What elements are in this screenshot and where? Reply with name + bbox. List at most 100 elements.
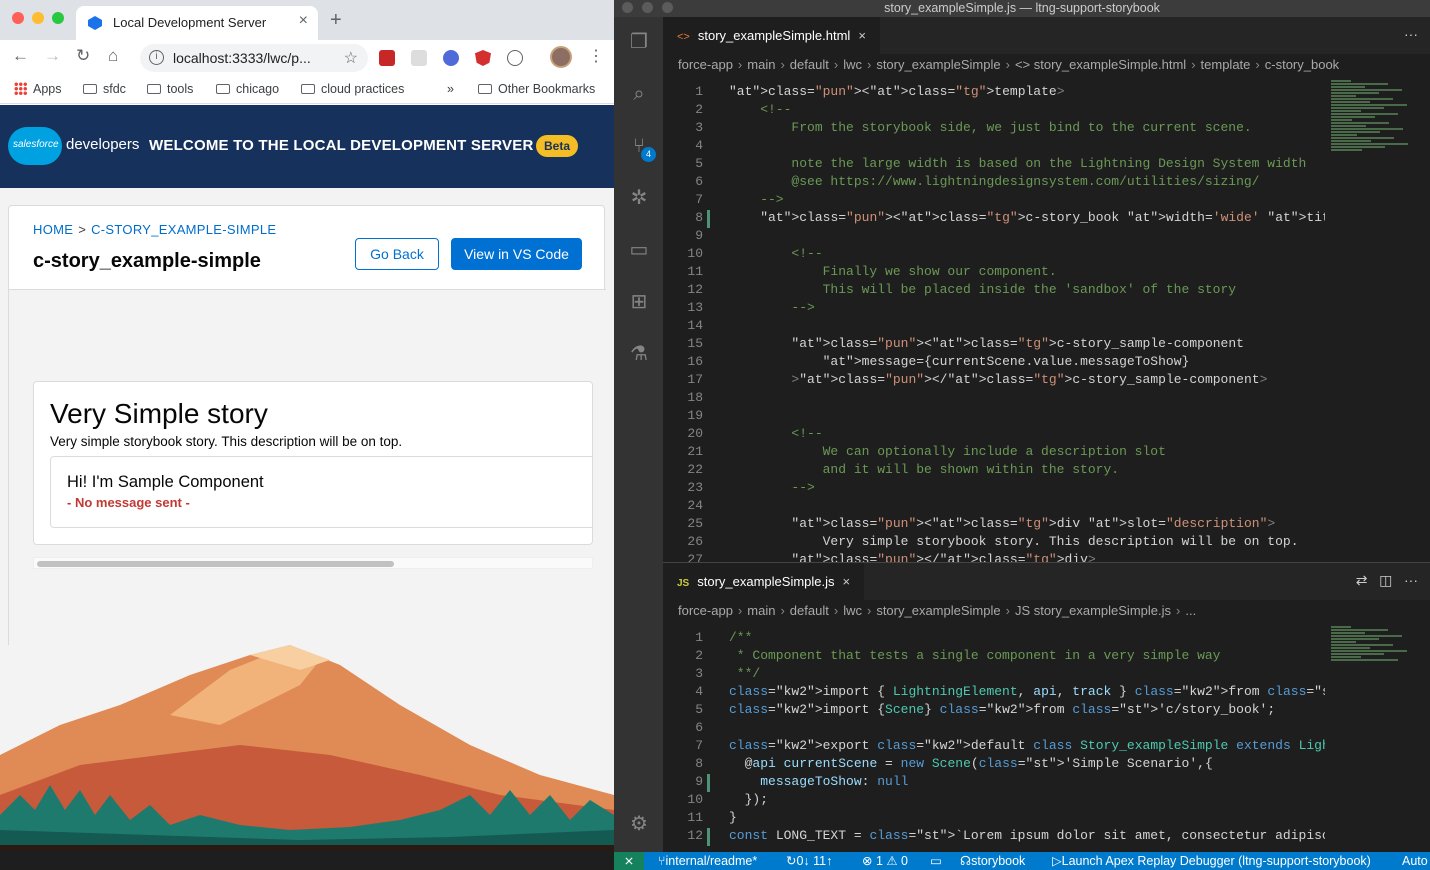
code-line[interactable]: "at">class="pun"><"at">class="tg">templa… bbox=[729, 84, 1065, 99]
code-line[interactable]: <!-- bbox=[729, 426, 822, 441]
bookmark-other[interactable]: Other Bookmarks bbox=[478, 82, 595, 96]
debug-icon[interactable]: ✲ bbox=[626, 185, 652, 211]
panel-toggle-icon[interactable]: ▭ bbox=[930, 852, 942, 870]
tab-story-js[interactable]: JS story_exampleSimple.js × bbox=[663, 563, 865, 600]
line-number: 9 bbox=[695, 774, 703, 789]
bookmark-chicago[interactable]: chicago bbox=[216, 82, 279, 96]
explorer-icon[interactable]: ❐ bbox=[626, 29, 652, 55]
code-line[interactable]: "at">class="pun"></"at">class="tg">div> bbox=[729, 552, 1095, 562]
bookmark-tools[interactable]: tools bbox=[147, 82, 193, 96]
code-line[interactable]: class="kw2">import {Scene} class="kw2">f… bbox=[729, 702, 1275, 717]
zoom-window-button[interactable] bbox=[52, 12, 64, 24]
close-tab-icon[interactable]: × bbox=[843, 574, 851, 589]
code-line[interactable]: We can optionally include a description … bbox=[729, 444, 1166, 459]
problems-indicator[interactable]: ⊗ 1 ⚠ 0 bbox=[862, 852, 908, 870]
remote-explorer-icon[interactable]: ▭ bbox=[626, 237, 652, 263]
breadcrumb-current-link[interactable]: C-STORY_EXAMPLE-SIMPLE bbox=[91, 222, 276, 237]
git-branch[interactable]: ⑂ internal/readme* bbox=[658, 852, 757, 870]
code-line[interactable]: >"at">class="pun"></"at">class="tg">c-st… bbox=[729, 372, 1267, 387]
bookmark-star-icon[interactable]: ☆ bbox=[344, 48, 358, 68]
vscode-zoom-button[interactable] bbox=[662, 2, 673, 13]
extension-check-icon[interactable] bbox=[443, 50, 459, 66]
code-line[interactable]: <!-- bbox=[729, 246, 822, 261]
reload-icon[interactable]: ↻ bbox=[76, 46, 90, 66]
breadcrumb-home-link[interactable]: HOME bbox=[33, 222, 73, 237]
sfdx-project[interactable]: ☊ storybook bbox=[960, 852, 1025, 870]
settings-gear-icon[interactable]: ⚙ bbox=[626, 811, 652, 837]
scrollbar-thumb[interactable] bbox=[37, 561, 394, 567]
code-line[interactable]: @see https://www.lightningdesignsystem.c… bbox=[729, 174, 1259, 189]
code-line[interactable]: class="kw2">export class="kw2">default c… bbox=[729, 738, 1325, 753]
close-window-button[interactable] bbox=[12, 12, 24, 24]
bookmarks-overflow-icon[interactable]: » bbox=[447, 82, 454, 96]
extension-circle-icon[interactable] bbox=[507, 50, 523, 66]
testing-icon[interactable]: ⚗ bbox=[626, 341, 652, 367]
code-line[interactable]: and it will be shown within the story. bbox=[729, 462, 1119, 477]
extension-red-icon[interactable] bbox=[379, 50, 395, 66]
tab-story-html[interactable]: <> story_exampleSimple.html × bbox=[663, 17, 880, 54]
git-change-gutter bbox=[707, 774, 710, 792]
code-line[interactable]: }); bbox=[729, 792, 768, 807]
minimize-window-button[interactable] bbox=[32, 12, 44, 24]
angular-extension-icon[interactable] bbox=[475, 50, 491, 66]
code-line[interactable]: --> bbox=[729, 192, 783, 207]
launch-debugger[interactable]: ▷ Launch Apex Replay Debugger (ltng-supp… bbox=[1052, 852, 1371, 870]
line-number: 14 bbox=[687, 318, 703, 333]
address-bar[interactable]: i localhost:3333/lwc/p... ☆ bbox=[140, 44, 368, 72]
code-line[interactable]: note the large width is based on the Lig… bbox=[729, 156, 1306, 171]
go-back-button[interactable]: Go Back bbox=[355, 238, 439, 270]
code-line[interactable]: class="kw2">import { LightningElement, a… bbox=[729, 684, 1325, 699]
vscode-minimize-button[interactable] bbox=[642, 2, 653, 13]
code-line[interactable]: "at">message={currentScene.value.message… bbox=[729, 354, 1190, 369]
code-line[interactable]: "at">class="pun"><"at">class="tg">div "a… bbox=[729, 516, 1275, 531]
view-in-vscode-button[interactable]: View in VS Code bbox=[451, 238, 582, 270]
horizontal-scrollbar[interactable] bbox=[33, 557, 593, 569]
js-code-area[interactable]: 1 /** 2 * Component that tests a single co… bbox=[663, 622, 1325, 852]
more-actions-icon[interactable]: ··· bbox=[1404, 572, 1418, 588]
compare-changes-icon[interactable]: ⇄ bbox=[1356, 572, 1368, 588]
code-line[interactable]: /** bbox=[729, 630, 752, 645]
remote-indicator-icon[interactable]: ⨯ bbox=[614, 852, 644, 870]
back-icon[interactable]: ← bbox=[12, 46, 29, 66]
site-info-icon[interactable]: i bbox=[149, 50, 164, 65]
extensions-icon[interactable]: ⊞ bbox=[626, 289, 652, 315]
code-line[interactable]: --> bbox=[729, 300, 814, 315]
code-line[interactable]: "at">class="pun"><"at">class="tg">c-stor… bbox=[729, 336, 1244, 351]
code-line[interactable]: <!-- bbox=[729, 102, 791, 117]
minimap-line bbox=[1331, 146, 1385, 148]
close-tab-icon[interactable]: × bbox=[299, 12, 308, 30]
code-line[interactable]: * Component that tests a single componen… bbox=[729, 648, 1221, 663]
git-sync[interactable]: ↻ 0↓ 11↑ bbox=[786, 852, 832, 870]
new-tab-icon[interactable]: + bbox=[330, 9, 342, 32]
minimap-line bbox=[1331, 626, 1351, 628]
minimap[interactable] bbox=[1325, 622, 1430, 852]
code-line[interactable]: --> bbox=[729, 480, 814, 495]
profile-avatar[interactable] bbox=[550, 46, 572, 68]
browser-tab[interactable]: Local Development Server × bbox=[76, 6, 318, 40]
code-line[interactable]: Finally we show our component. bbox=[729, 264, 1057, 279]
split-editor-icon[interactable]: ◫ bbox=[1379, 572, 1392, 588]
extension-gray-icon[interactable] bbox=[411, 50, 427, 66]
code-line[interactable]: "at">class="pun"><"at">class="tg">c-stor… bbox=[729, 210, 1325, 225]
close-tab-icon[interactable]: × bbox=[858, 28, 866, 43]
bookmark-apps[interactable]: Apps bbox=[14, 82, 62, 96]
code-line[interactable]: } bbox=[729, 810, 737, 825]
more-actions-icon[interactable]: ··· bbox=[1404, 26, 1418, 42]
minimap[interactable] bbox=[1325, 76, 1430, 562]
code-line[interactable]: const LONG_TEXT = class="st">`Lorem ipsu… bbox=[729, 828, 1325, 843]
code-line[interactable]: **/ bbox=[729, 666, 760, 681]
code-line[interactable]: @api currentScene = new Scene(class="st"… bbox=[729, 756, 1213, 771]
vscode-close-button[interactable] bbox=[622, 2, 633, 13]
forward-icon[interactable]: → bbox=[44, 46, 61, 66]
bookmark-cloud-practices[interactable]: cloud practices bbox=[301, 82, 404, 96]
html-code-area[interactable]: 1 "at">class="pun"><"at">class="tg">templ… bbox=[663, 76, 1325, 562]
code-line[interactable]: messageToShow: null bbox=[729, 774, 908, 789]
code-line[interactable]: Very simple storybook story. This descri… bbox=[729, 534, 1299, 549]
search-icon[interactable]: ⌕ bbox=[626, 81, 652, 107]
home-icon[interactable]: ⌂ bbox=[108, 46, 118, 66]
code-line[interactable]: This will be placed inside the 'sandbox'… bbox=[729, 282, 1236, 297]
code-line[interactable]: From the storybook side, we just bind to… bbox=[729, 120, 1251, 135]
bookmark-sfdc[interactable]: sfdc bbox=[83, 82, 126, 96]
auto-indicator[interactable]: Auto bbox=[1402, 852, 1428, 870]
chrome-menu-icon[interactable]: ⋮ bbox=[588, 46, 604, 66]
